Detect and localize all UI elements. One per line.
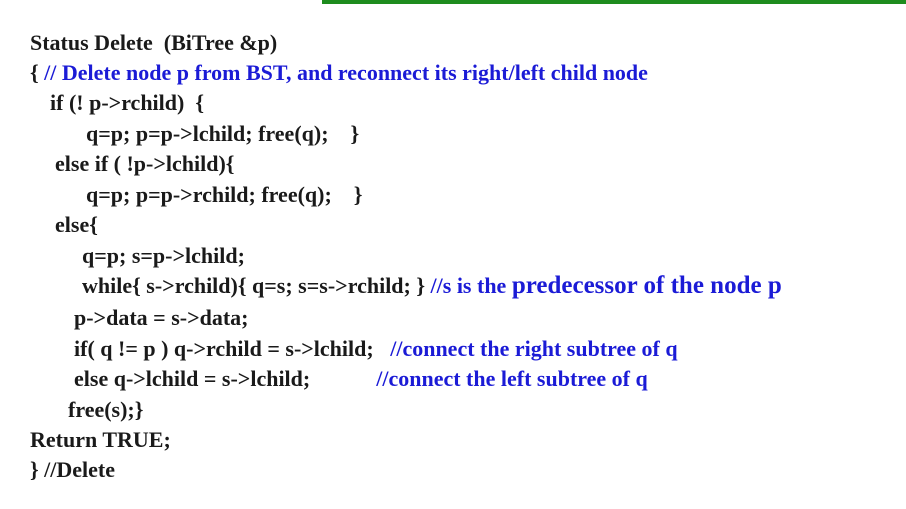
code-line-15: } //Delete	[8, 431, 115, 509]
code-comment: //connect the left subtree of q	[376, 366, 648, 391]
code-comment-emphasis: predecessor of the node p	[511, 272, 782, 299]
code-text: } //Delete	[30, 457, 116, 482]
top-accent-rule	[322, 0, 906, 4]
code-comment: //s is the	[430, 273, 512, 298]
code-text: q=p; p=p->rchild; free(q); }	[86, 182, 363, 207]
